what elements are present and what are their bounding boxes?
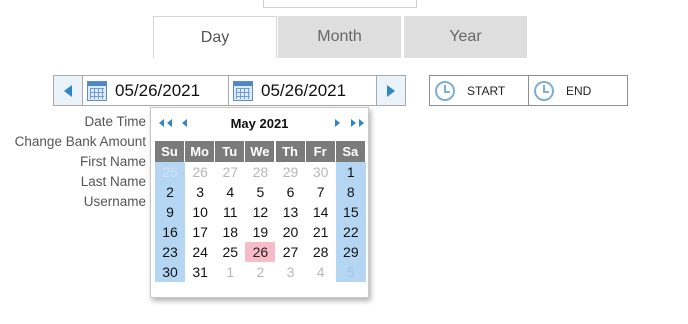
calendar-day[interactable]: 1 (335, 162, 366, 182)
calendar-day[interactable]: 29 (335, 242, 366, 262)
calendar-week-row: 9 10 11 12 13 14 15 (155, 202, 366, 222)
calendar-day[interactable]: 28 (245, 162, 275, 182)
calendar-day[interactable]: 3 (185, 182, 215, 202)
calendar-day[interactable]: 2 (245, 262, 275, 282)
calendar-day[interactable]: 20 (276, 222, 306, 242)
calendar-day[interactable]: 2 (155, 182, 185, 202)
label-last-name: Last Name (80, 174, 146, 189)
calendar-day[interactable]: 17 (185, 222, 215, 242)
next-month-icon[interactable] (335, 119, 340, 129)
tab-day[interactable]: Day (153, 16, 277, 58)
calendar-day[interactable]: 16 (155, 222, 185, 242)
calendar-day[interactable]: 30 (306, 162, 336, 182)
clock-icon (435, 80, 455, 101)
weekday-header: Th (275, 141, 306, 162)
calendar-day[interactable]: 25 (215, 242, 245, 262)
weekday-header: We (245, 141, 276, 162)
calendar-day[interactable]: 6 (276, 182, 306, 202)
calendar-day[interactable]: 5 (245, 182, 275, 202)
calendar-day[interactable]: 13 (276, 202, 306, 222)
previous-day-button[interactable] (54, 76, 83, 105)
calendar-day[interactable]: 22 (335, 222, 366, 242)
calendar-day[interactable]: 26 (185, 162, 215, 182)
calendar-day[interactable]: 4 (306, 262, 336, 282)
clock-icon (534, 80, 554, 101)
label-date-time: Date Time (84, 114, 146, 129)
calendar-grid: Su Mo Tu We Th Fr Sa 25 26 27 28 29 30 1… (155, 141, 366, 282)
calendar-header: May 2021 (151, 108, 368, 140)
calendar-day[interactable]: 29 (276, 162, 306, 182)
label-change-bank-amount: Change Bank Amount (14, 134, 146, 149)
weekday-header: Fr (305, 141, 336, 162)
end-date-field[interactable]: 05/26/2021 (229, 76, 376, 105)
calendar-day[interactable]: 11 (215, 202, 245, 222)
calendar-day[interactable]: 8 (335, 182, 366, 202)
calendar-day[interactable]: 31 (185, 262, 215, 282)
start-date-field[interactable]: 05/26/2021 (83, 76, 229, 105)
weekday-header: Su (155, 141, 185, 162)
calendar-day[interactable]: 4 (215, 182, 245, 202)
calendar-icon[interactable] (87, 80, 107, 101)
calendar-day[interactable]: 1 (215, 262, 245, 282)
calendar-day[interactable]: 21 (306, 222, 336, 242)
calendar-day[interactable]: 23 (155, 242, 185, 262)
calendar-popup: May 2021 Su Mo Tu We Th Fr Sa 25 26 27 2… (150, 107, 369, 298)
tab-year[interactable]: Year (404, 16, 527, 58)
calendar-day[interactable]: 3 (276, 262, 306, 282)
start-date-value: 05/26/2021 (115, 80, 201, 100)
calendar-week-row: 25 26 27 28 29 30 1 (155, 162, 366, 182)
arrow-left-icon (64, 84, 72, 97)
calendar-day[interactable]: 5 (335, 262, 366, 282)
label-first-name: First Name (79, 154, 146, 169)
end-date-value: 05/26/2021 (261, 80, 347, 100)
label-username: Username (83, 194, 146, 209)
weekday-header: Sa (335, 141, 366, 162)
calendar-day[interactable]: 18 (215, 222, 245, 242)
calendar-day[interactable]: 30 (155, 262, 185, 282)
date-range-picker: 05/26/2021 05/26/2021 (53, 75, 406, 106)
calendar-day[interactable]: 25 (155, 162, 185, 182)
calendar-icon[interactable] (233, 80, 253, 101)
calendar-week-row: 2 3 4 5 6 7 8 (155, 182, 366, 202)
calendar-week-row: 16 17 18 19 20 21 22 (155, 222, 366, 242)
end-time-label: END (566, 83, 592, 98)
weekday-header-row: Su Mo Tu We Th Fr Sa (155, 141, 366, 162)
calendar-day[interactable]: 19 (245, 222, 275, 242)
weekday-header: Tu (215, 141, 246, 162)
next-year-icon[interactable] (351, 119, 364, 129)
top-input-box (263, 0, 417, 8)
calendar-week-row: 30 31 1 2 3 4 5 (155, 262, 366, 282)
calendar-day-selected[interactable]: 26 (245, 242, 276, 262)
calendar-day[interactable]: 10 (185, 202, 215, 222)
time-range-buttons: START END (429, 75, 628, 106)
form-labels: Date Time Change Bank Amount First Name … (15, 113, 146, 213)
weekday-header: Mo (185, 141, 216, 162)
start-time-button[interactable]: START (430, 76, 529, 105)
calendar-week-row: 23 24 25 26 27 28 29 (155, 242, 366, 262)
end-time-button[interactable]: END (529, 76, 591, 105)
arrow-right-icon (387, 84, 395, 97)
calendar-day[interactable]: 24 (185, 242, 215, 262)
start-time-label: START (467, 83, 506, 98)
calendar-day[interactable]: 12 (245, 202, 275, 222)
calendar-day[interactable]: 9 (155, 202, 185, 222)
calendar-day[interactable]: 7 (306, 182, 336, 202)
next-day-button[interactable] (376, 76, 405, 105)
tab-month[interactable]: Month (278, 16, 401, 58)
calendar-day[interactable]: 15 (335, 202, 366, 222)
calendar-day[interactable]: 28 (306, 242, 336, 262)
calendar-day[interactable]: 14 (306, 202, 336, 222)
calendar-day[interactable]: 27 (276, 242, 306, 262)
calendar-day[interactable]: 27 (215, 162, 245, 182)
